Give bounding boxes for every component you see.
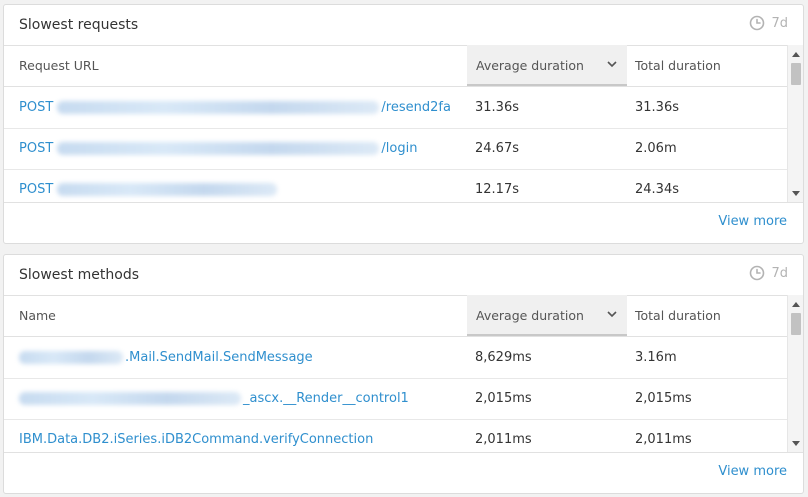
total-duration: 2,011ms [635, 432, 692, 447]
table-header: Name Average duration Total duration [4, 295, 787, 337]
timeframe-selector[interactable]: 7d [749, 15, 788, 31]
scroll-down-arrow-icon[interactable] [792, 191, 800, 197]
column-header-average-duration[interactable]: Average duration [467, 295, 627, 336]
url-suffix: /login [381, 141, 418, 156]
total-duration: 2,015ms [635, 391, 692, 406]
url-suffix: /resend2fa [381, 100, 451, 115]
column-header-average-duration[interactable]: Average duration [467, 45, 627, 86]
panel-header: Slowest methods 7d [4, 255, 803, 296]
request-url-link[interactable]: POST [19, 169, 279, 203]
scroll-up-arrow-icon[interactable] [792, 301, 800, 307]
table-row[interactable]: _ascx.__Render__control1 2,015ms 2,015ms [4, 378, 787, 420]
view-more-link[interactable]: View more [718, 464, 787, 479]
vertical-scrollbar[interactable] [787, 295, 803, 453]
method-suffix: IBM.Data.DB2.iSeries.iDB2Command.verifyC… [19, 432, 374, 447]
http-method: POST [19, 182, 54, 197]
panel-title: Slowest methods [19, 267, 139, 283]
timeframe-label: 7d [771, 265, 788, 281]
redacted-text [19, 351, 123, 364]
view-more-link[interactable]: View more [718, 214, 787, 229]
http-method: POST [19, 141, 54, 156]
request-url-link[interactable]: POST /login [19, 128, 417, 169]
timeframe-selector[interactable]: 7d [749, 265, 788, 281]
table-row[interactable]: IBM.Data.DB2.iSeries.iDB2Command.verifyC… [4, 419, 787, 453]
redacted-text [57, 142, 380, 155]
column-header-request-url[interactable]: Request URL [19, 45, 99, 86]
slowest-requests-panel: Slowest requests 7d Request URL Average … [3, 4, 804, 244]
table-header: Request URL Average duration Total durat… [4, 45, 787, 87]
table-row[interactable]: POST 12.17s 24.34s [4, 169, 787, 203]
panel-title: Slowest requests [19, 17, 139, 33]
table-row[interactable]: .Mail.SendMail.SendMessage 8,629ms 3.16m [4, 337, 787, 379]
timeframe-label: 7d [771, 15, 788, 31]
average-duration: 2,011ms [475, 432, 532, 447]
method-name-link[interactable]: .Mail.SendMail.SendMessage [19, 337, 313, 378]
column-header-total-duration[interactable]: Total duration [635, 45, 721, 86]
clock-icon [750, 15, 765, 31]
panel-footer: View more [4, 202, 803, 243]
average-duration: 31.36s [475, 100, 519, 115]
redacted-text [57, 183, 278, 196]
average-duration: 24.67s [475, 141, 519, 156]
method-suffix: .Mail.SendMail.SendMessage [125, 350, 313, 365]
redacted-text [57, 101, 380, 114]
scroll-down-arrow-icon[interactable] [792, 441, 800, 447]
methods-table: Name Average duration Total duration .Ma… [4, 295, 787, 453]
total-duration: 24.34s [635, 182, 679, 197]
column-header-label: Average duration [476, 308, 584, 323]
average-duration: 2,015ms [475, 391, 532, 406]
method-suffix: _ascx.__Render__control1 [243, 391, 409, 406]
chevron-down-icon [607, 61, 617, 68]
clock-icon [750, 265, 765, 281]
column-header-name[interactable]: Name [19, 295, 56, 336]
request-url-link[interactable]: POST /resend2fa [19, 87, 451, 128]
total-duration: 31.36s [635, 100, 679, 115]
table-row[interactable]: POST /login 24.67s 2.06m [4, 128, 787, 170]
method-name-link[interactable]: _ascx.__Render__control1 [19, 378, 409, 419]
scrollbar-thumb[interactable] [791, 313, 801, 335]
average-duration: 12.17s [475, 182, 519, 197]
average-duration: 8,629ms [475, 350, 532, 365]
redacted-text [19, 392, 241, 405]
scroll-up-arrow-icon[interactable] [792, 51, 800, 57]
slowest-methods-panel: Slowest methods 7d Name Average duration… [3, 254, 804, 494]
scrollbar-thumb[interactable] [791, 63, 801, 85]
panel-header: Slowest requests 7d [4, 5, 803, 46]
total-duration: 3.16m [635, 350, 677, 365]
column-header-total-duration[interactable]: Total duration [635, 295, 721, 336]
panel-footer: View more [4, 452, 803, 493]
column-header-label: Average duration [476, 58, 584, 73]
method-name-link[interactable]: IBM.Data.DB2.iSeries.iDB2Command.verifyC… [19, 419, 373, 453]
http-method: POST [19, 100, 54, 115]
chevron-down-icon [607, 311, 617, 318]
vertical-scrollbar[interactable] [787, 45, 803, 203]
total-duration: 2.06m [635, 141, 677, 156]
table-row[interactable]: POST /resend2fa 31.36s 31.36s [4, 87, 787, 129]
requests-table: Request URL Average duration Total durat… [4, 45, 787, 203]
